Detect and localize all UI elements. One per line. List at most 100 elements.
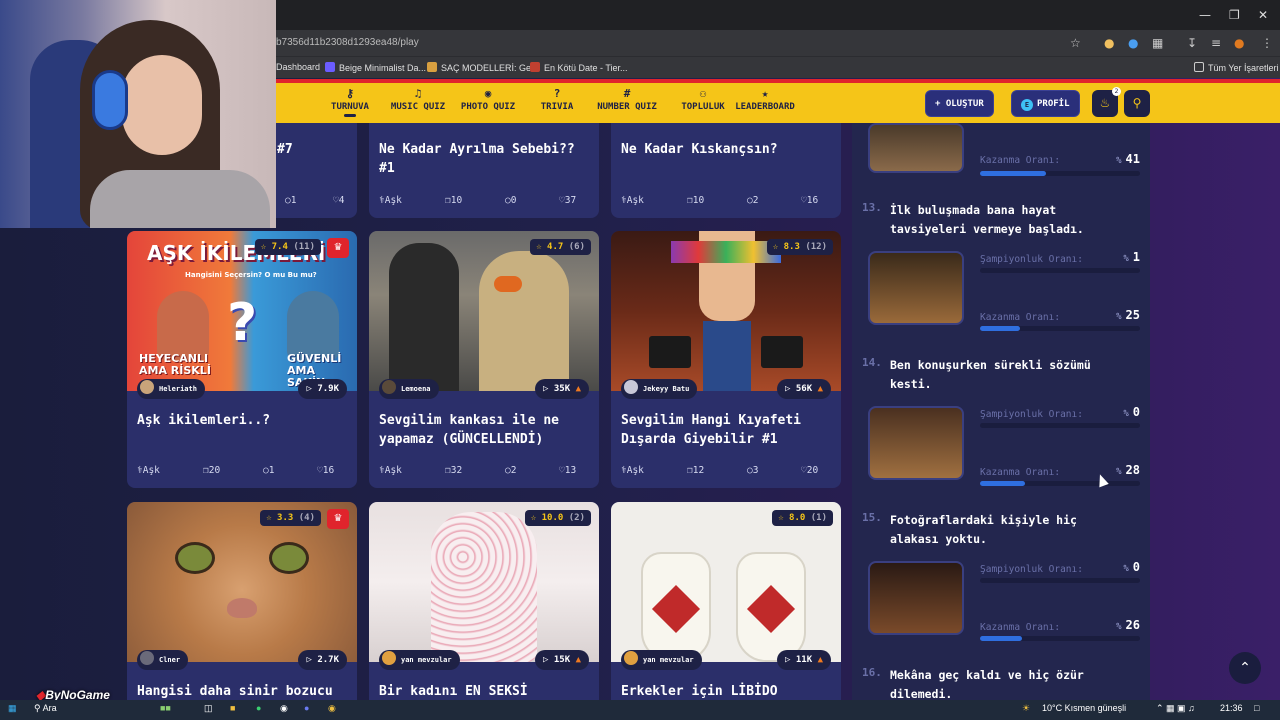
chrome-icon[interactable]: ◉ [328,703,336,714]
result-item[interactable]: 13. İlk buluşmada bana hayat tavsiyeleri… [862,201,1147,351]
users-icon: ⚇ [699,87,707,100]
bookmark-item[interactable]: Dashboard [276,62,320,72]
orange-glasses [494,276,522,292]
task-view-icon[interactable]: ◫ [204,703,213,714]
win-rate-value: % 26 [1116,618,1140,632]
close-icon[interactable]: ✕ [1258,8,1268,22]
create-button[interactable]: + OLUŞTUR [925,90,994,117]
author-chip[interactable]: Lemoena [379,379,439,399]
media-icon[interactable]: ≡ [1211,36,1221,50]
win-rate-bar-fill [980,171,1046,176]
bookmark-label: En Kötü Date - Tier... [544,63,628,73]
restore-icon[interactable]: ❐ [1229,8,1240,22]
author-chip[interactable]: yan mevzular [379,650,460,670]
nav-photo-quiz[interactable]: ◉ PHOTO QUIZ [458,86,518,112]
bookmark-icon [427,62,437,72]
bookmark-item[interactable]: Beige Minimalist Da... [325,62,426,73]
nav-trivia[interactable]: ? TRIVIA [536,86,578,112]
star-icon[interactable]: ☆ [1070,36,1081,50]
tray-icons[interactable]: ⌃ ▦ ▣ ♫ [1156,703,1195,714]
nav-label: TURNUVA [331,102,369,112]
card-title: Sevgilim Hangi Kıyafeti Dışarda Giyebili… [621,413,802,447]
url-text[interactable]: b7356d11b2308d1293ea48/play [276,37,419,48]
person-face [122,55,202,155]
win-rate-label: Kazanma Oranı: [980,155,1061,166]
puzzle-icon[interactable]: ▦ [1152,36,1163,50]
extension-icon[interactable]: ● [1128,36,1138,50]
avatar [382,380,396,394]
extension-icon[interactable]: ● [1104,36,1114,50]
search-label: Ara [42,703,57,713]
spotify-icon[interactable]: ● [256,703,261,713]
search-button[interactable]: ⚲ [1124,90,1150,117]
author-chip[interactable]: Jekeyy Batu [621,379,698,399]
notification-center-icon[interactable]: □ [1254,703,1259,713]
category-tag: ⚕ Aşk [621,465,644,476]
play-count: ▷ 15K ▲ [535,650,589,670]
folder-icon[interactable]: ■ [230,703,235,713]
all-bookmarks[interactable]: Tüm Yer İşaretleri [1194,62,1279,73]
quiz-card[interactable]: ☆ 8.3 (12) Jekeyy Batu ▷ 56K ▲ Sevgilim … [611,231,841,488]
quiz-card[interactable]: ☆ 3.3 (4) ♛ Clner ▷ 2.7K Hangisi daha si… [127,502,357,720]
quiz-card[interactable]: Ne Kadar Ayrılma Sebebi?? #1 ⚕ Aşk ❐ 10 … [369,123,599,218]
medal-icon: ★ [761,87,769,100]
champion-rate-value: % 1 [1123,250,1140,264]
bookmark-icon [325,62,335,72]
result-rank: 16. [862,666,882,679]
play-icon: ▷ [306,384,318,394]
plus-icon: + [935,99,946,109]
fire-icon: ▲ [570,384,581,394]
avatar [624,651,638,665]
download-icon[interactable]: ↧ [1187,36,1197,50]
fire-icon: ▲ [812,384,823,394]
result-title: İlk buluşmada bana hayat tavsiyeleri ver… [890,203,1084,236]
menu-icon[interactable]: ⋮ [1261,36,1273,50]
fire-icon: ▲ [570,655,581,665]
win-rate-value: % 28 [1116,463,1140,477]
result-rank: 14. [862,356,882,369]
app-icon[interactable]: ■■ [160,703,171,713]
app-icon[interactable]: ◉ [280,703,288,714]
quiz-card[interactable]: ☆ 8.0 (1) yan mevzular ▷ 11K ▲ Erkekler … [611,502,841,720]
clock: 21:36 [1220,703,1243,713]
bookmark-item[interactable]: SAÇ MODELLERİ: Ge... [427,62,539,73]
hash-icon: # [623,87,631,100]
quiz-card[interactable]: AŞK İKİLEMLERİ Hangisini Seçersin? O mu … [127,231,357,488]
discord-icon[interactable]: ● [304,703,309,713]
quiz-card[interactable]: ☆ 4.7 (6) Lemoena ▷ 35K ▲ Sevgilim kanka… [369,231,599,488]
scroll-top-button[interactable]: ⌃ [1229,652,1261,684]
windows-start-icon[interactable]: ▦ [8,703,17,714]
nav-turnuva[interactable]: ⚷ TURNUVA [328,86,372,117]
nav-leaderboard[interactable]: ★ LEADERBOARD [732,86,798,112]
nav-topluluk[interactable]: ⚇ TOPLULUK [672,86,734,112]
thumbnail-caption-left: HEYECANLI AMA RİSKLİ [139,352,211,377]
bookmark-icon [530,62,540,72]
result-title: Mekâna geç kaldı ve hiç özür dilemedi. [890,668,1084,701]
quiz-card[interactable]: ☆ 10.0 (2) yan mevzular ▷ 15K ▲ Bir kadı… [369,502,599,720]
nav-number-quiz[interactable]: # NUMBER QUIZ [594,86,660,112]
result-item[interactable]: 15. Fotoğraflardaki kişiyle hiç alakası … [862,511,1147,661]
person-shirt [90,170,270,228]
profile-avatar-icon[interactable]: ● [1234,36,1244,50]
cat-eye-left [175,542,215,574]
star-icon: ☆ [260,242,267,252]
author-chip[interactable]: Clner [137,650,189,670]
floral-dress [431,512,537,662]
quiz-card[interactable]: Ne Kadar Kıskançsın? ⚕ Aşk ❐ 10 ○ 2 ♡ 16 [611,123,841,218]
notification-button[interactable]: ♨ 2 [1092,87,1121,117]
minimize-icon[interactable]: — [1199,8,1211,22]
bookmark-item[interactable]: En Kötü Date - Tier... [530,62,628,73]
win-rate-bar [980,326,1140,331]
nav-music-quiz[interactable]: ♫ MUSIC QUIZ [388,86,448,112]
card-stats: ⚕ Aşk ❐ 32 ○ 2 ♡ 13 [379,465,591,479]
author-chip[interactable]: yan mevzular [621,650,702,670]
play-icon: ▷ [785,384,796,394]
author-chip[interactable]: Heleriath [137,379,205,399]
result-rank: 13. [862,201,882,214]
card-title: Aşk ikilemleri..? [137,413,271,428]
profile-button[interactable]: E PROFİL [1011,90,1080,117]
taskbar-search[interactable]: ⚲ Ara [34,703,57,714]
card-stats: ⚕ Aşk ❐ 10 ○ 0 ♡ 37 [379,195,591,209]
win-rate-bar [980,636,1140,641]
card-stats: ⚕ Aşk ❐ 10 ○ 2 ♡ 16 [621,195,833,209]
